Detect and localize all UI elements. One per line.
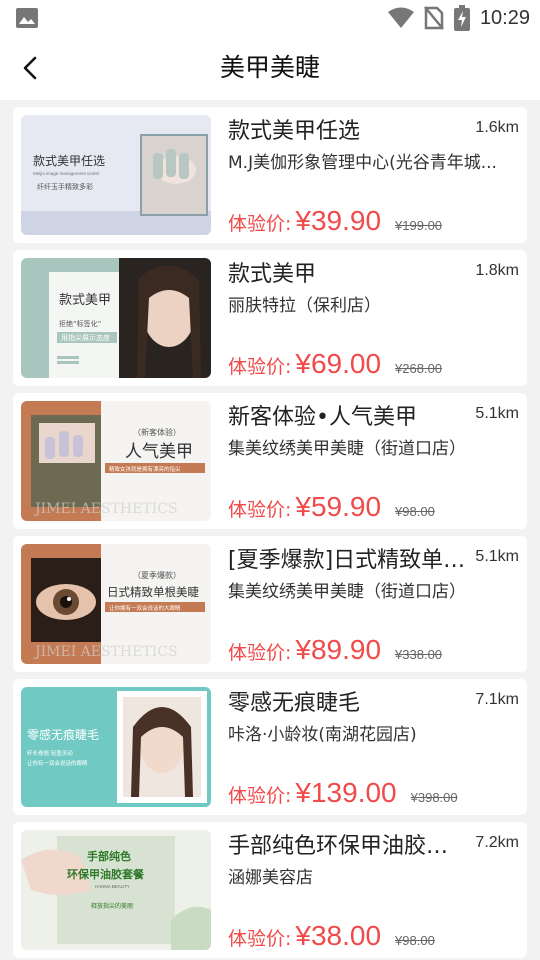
original-price: ¥98.00 — [395, 504, 435, 519]
deal-card[interactable]: 款式美甲任选 Meijia image management center 纤纤… — [13, 107, 527, 243]
price-label: 体验价: — [228, 928, 292, 950]
svg-text:JIMEI AESTHETICS: JIMEI AESTHETICS — [33, 501, 178, 517]
deal-price: ¥59.90 — [295, 491, 382, 522]
deal-price: ¥139.00 — [295, 777, 397, 808]
deal-card[interactable]: 款式美甲 拒绝“标签化” 用指尖展示态度 款式美甲 1.8km 丽肤特拉（保利店… — [13, 250, 527, 386]
svg-text:款式美甲任选: 款式美甲任选 — [33, 154, 105, 168]
deal-thumbnail: 款式美甲任选 Meijia image management center 纤纤… — [21, 115, 211, 235]
deal-distance: 7.1km — [475, 691, 519, 708]
shop-name: 咔洛·小龄妆(南湖花园店) — [228, 725, 417, 745]
deal-distance: 5.1km — [475, 405, 519, 422]
svg-text:款式美甲: 款式美甲 — [59, 293, 111, 308]
deal-distance: 1.6km — [475, 119, 519, 136]
price-row: 体验价: ¥139.00 ¥398.00 — [228, 777, 458, 809]
deal-card[interactable]: （新客体验） 人气美甲 精致女孩就是拥有漂亮的指尖 JIMEI AESTHETI… — [13, 393, 527, 529]
deal-title: 款式美甲 — [228, 262, 317, 287]
svg-text:HANNA BEAUTY: HANNA BEAUTY — [95, 884, 130, 889]
deal-card[interactable]: 手部纯色 环保甲油胶套餐 HANNA BEAUTY 释放指尖的美丽 手部纯色环保… — [13, 822, 527, 958]
svg-text:JIMEI AESTHETICS: JIMEI AESTHETICS — [33, 644, 178, 660]
status-time: 10:29 — [479, 6, 530, 29]
deal-price: ¥39.90 — [295, 205, 382, 236]
deal-title: [夏季爆款]日式精致单根美睫 — [228, 548, 468, 573]
shop-name: 丽肤特拉（保利店） — [228, 296, 381, 316]
price-label: 体验价: — [228, 785, 292, 807]
svg-text:释放指尖的美丽: 释放指尖的美丽 — [91, 902, 133, 910]
svg-text:让你拥有一双会说话的大眼睛: 让你拥有一双会说话的大眼睛 — [109, 604, 181, 612]
shop-name: 集美纹绣美甲美睫（街道口店） — [228, 439, 466, 459]
svg-text:手部纯色: 手部纯色 — [87, 849, 131, 863]
deal-price: ¥38.00 — [295, 920, 382, 951]
svg-text:拒绝“标签化”: 拒绝“标签化” — [59, 319, 101, 328]
price-row: 体验价: ¥39.90 ¥199.00 — [228, 205, 442, 237]
deal-card[interactable]: （夏季爆款） 日式精致单根美睫 让你拥有一双会说话的大眼睛 JIMEI AEST… — [13, 536, 527, 672]
price-label: 体验价: — [228, 213, 292, 235]
deal-thumbnail: 款式美甲 拒绝“标签化” 用指尖展示态度 — [21, 258, 211, 378]
original-price: ¥398.00 — [410, 790, 458, 805]
back-button[interactable] — [12, 50, 48, 86]
shop-name: M.J美伽形象管理中心(光谷青年城... — [228, 153, 497, 173]
svg-text:让你有一双会说话的眼睛: 让你有一双会说话的眼睛 — [27, 759, 88, 767]
price-label: 体验价: — [228, 499, 292, 521]
original-price: ¥98.00 — [395, 933, 435, 948]
deal-title: 手部纯色环保甲油胶套餐 — [228, 834, 468, 859]
deal-distance: 7.2km — [475, 834, 519, 851]
price-label: 体验价: — [228, 356, 292, 378]
price-row: 体验价: ¥59.90 ¥98.00 — [228, 491, 435, 523]
svg-text:零感无痕睫毛: 零感无痕睫毛 — [27, 727, 99, 742]
svg-text:日式精致单根美睫: 日式精致单根美睫 — [107, 585, 199, 599]
deal-thumbnail: （新客体验） 人气美甲 精致女孩就是拥有漂亮的指尖 JIMEI AESTHETI… — [21, 401, 211, 521]
nav-bar: 美甲美睫 — [0, 36, 540, 100]
deal-title: 零感无痕睫毛 — [228, 691, 361, 716]
deal-title: 新客体验•人气美甲 — [228, 405, 417, 430]
deal-price: ¥69.00 — [295, 348, 382, 379]
deal-list: 款式美甲任选 Meijia image management center 纤纤… — [13, 107, 527, 960]
deal-thumbnail: 零感无痕睫毛 纤长卷翘 轻盈灵动 让你有一双会说话的眼睛 — [21, 687, 211, 807]
svg-text:（夏季爆款）: （夏季爆款） — [133, 570, 181, 580]
svg-text:精致女孩就是拥有漂亮的指尖: 精致女孩就是拥有漂亮的指尖 — [109, 465, 181, 473]
chevron-left-icon — [23, 56, 37, 80]
original-price: ¥199.00 — [395, 218, 443, 233]
image-icon — [16, 8, 38, 28]
svg-text:纤纤玉手精致多彩: 纤纤玉手精致多彩 — [37, 182, 93, 191]
svg-text:人气美甲: 人气美甲 — [125, 442, 193, 462]
deal-thumbnail: （夏季爆款） 日式精致单根美睫 让你拥有一双会说话的大眼睛 JIMEI AEST… — [21, 544, 211, 664]
deal-title: 款式美甲任选 — [228, 119, 361, 144]
svg-text:环保甲油胶套餐: 环保甲油胶套餐 — [67, 867, 145, 881]
deal-card[interactable]: 零感无痕睫毛 纤长卷翘 轻盈灵动 让你有一双会说话的眼睛 零感无痕睫毛 7.1k… — [13, 679, 527, 815]
price-row: 体验价: ¥69.00 ¥268.00 — [228, 348, 442, 380]
svg-text:纤长卷翘 轻盈灵动: 纤长卷翘 轻盈灵动 — [27, 749, 73, 757]
deal-price: ¥89.90 — [295, 634, 382, 665]
shop-name: 涵娜美容店 — [228, 868, 313, 888]
wifi-icon — [387, 7, 414, 28]
price-row: 体验价: ¥89.90 ¥338.00 — [228, 634, 442, 666]
price-row: 体验价: ¥38.00 ¥98.00 — [228, 920, 435, 952]
page-title: 美甲美睫 — [219, 53, 320, 82]
price-label: 体验价: — [228, 642, 292, 664]
deal-distance: 1.8km — [475, 262, 519, 279]
no-sim-icon — [423, 6, 444, 30]
shop-name: 集美纹绣美甲美睫（街道口店） — [228, 582, 466, 602]
svg-text:（新客体验）: （新客体验） — [133, 427, 181, 437]
status-right: 10:29 — [387, 5, 530, 31]
svg-text:Meijia image management center: Meijia image management center — [33, 171, 100, 176]
original-price: ¥268.00 — [395, 361, 443, 376]
status-bar: 10:29 — [0, 0, 540, 36]
original-price: ¥338.00 — [395, 647, 443, 662]
deal-distance: 5.1km — [475, 548, 519, 565]
deal-thumbnail: 手部纯色 环保甲油胶套餐 HANNA BEAUTY 释放指尖的美丽 — [21, 830, 211, 950]
svg-text:用指尖展示态度: 用指尖展示态度 — [61, 333, 110, 342]
battery-charging-icon — [453, 5, 470, 31]
